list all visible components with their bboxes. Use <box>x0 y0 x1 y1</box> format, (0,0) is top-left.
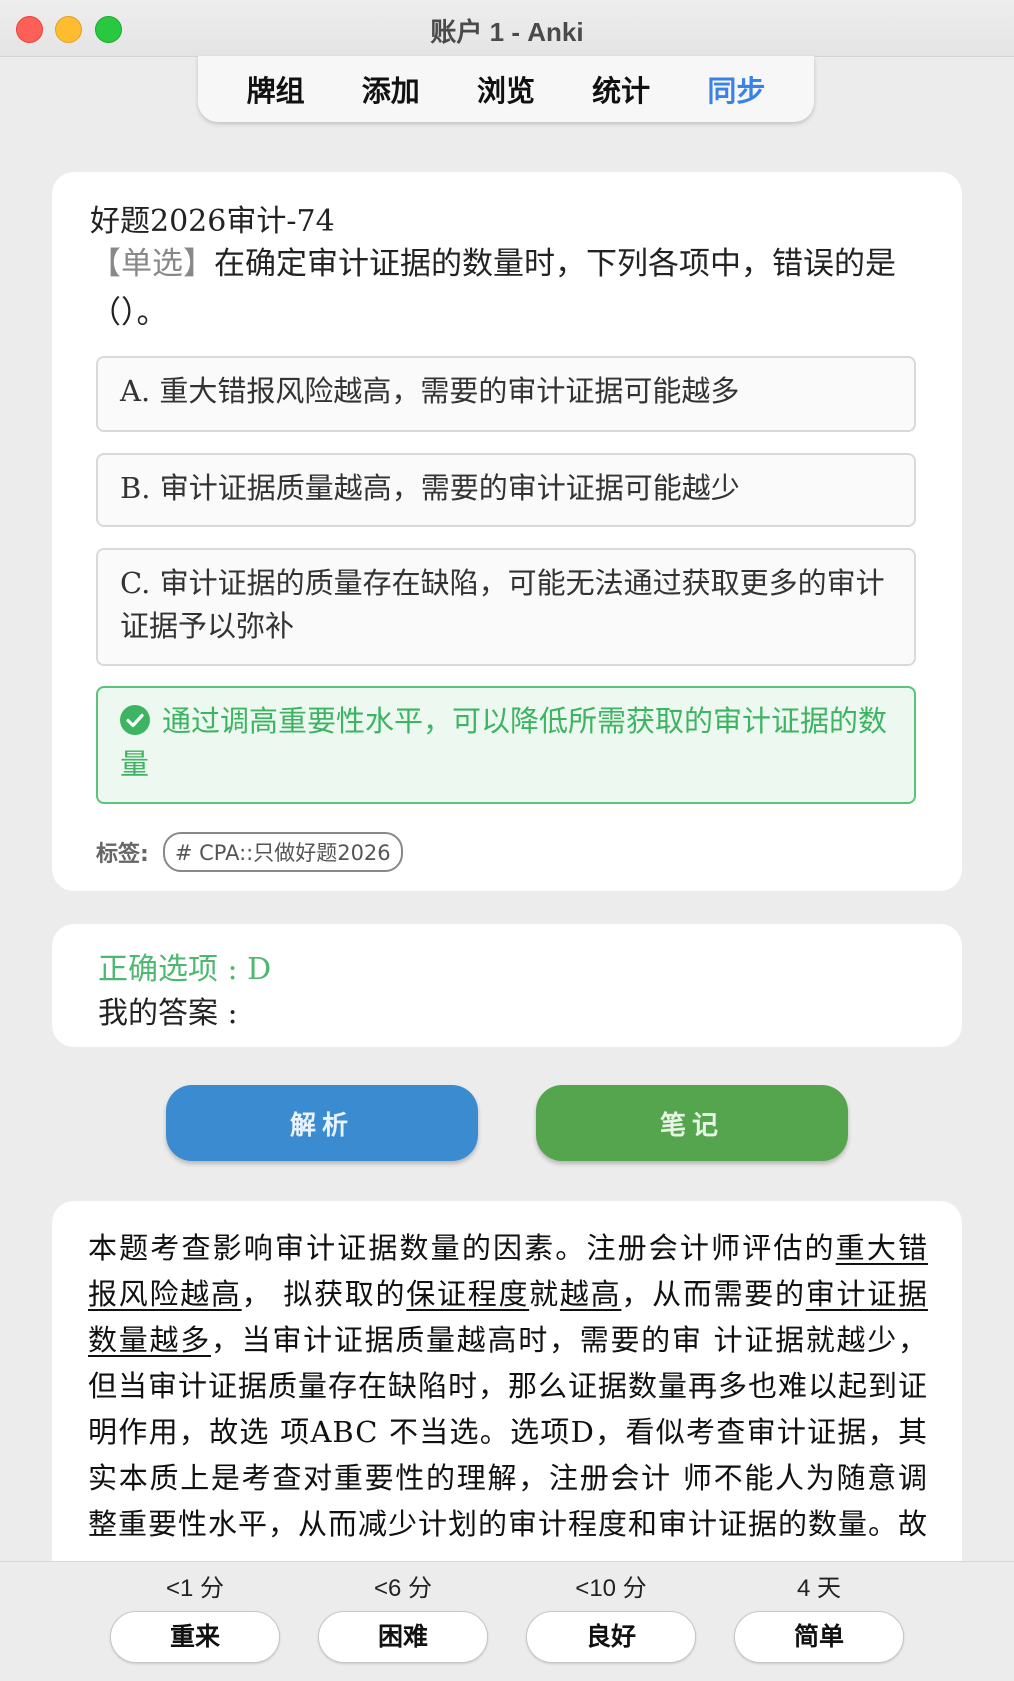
option-d-correct[interactable]: 通过调高重要性水平，可以降低所需获取的审计证据的数量 <box>96 686 916 804</box>
title-bar: 账户 1 - Anki <box>0 0 1014 57</box>
tags-label: 标签: <box>96 842 149 867</box>
question-title: 好题2026审计-74 <box>90 204 335 239</box>
analysis-button[interactable]: 解析 <box>166 1085 478 1161</box>
ease-good-interval: <10 分 <box>575 1575 647 1602</box>
explanation-segment: ，从而需要的 <box>621 1277 806 1311</box>
nav-decks[interactable]: 牌组 <box>247 68 305 110</box>
my-answer: 我的答案 : <box>98 996 238 1031</box>
nav-stats[interactable]: 统计 <box>592 68 650 110</box>
window-title: 账户 1 - Anki <box>430 17 584 47</box>
again-button[interactable]: 重来 <box>110 1611 280 1663</box>
answer-card: 正确选项 : D 我的答案 : <box>52 924 962 1047</box>
ease-easy: 4 天 简单 <box>734 1568 904 1663</box>
tags-row: 标签: # CPA::只做好题2026 <box>96 832 403 872</box>
top-nav: 牌组 添加 浏览 统计 同步 <box>198 56 814 122</box>
notes-button[interactable]: 笔记 <box>536 1085 848 1161</box>
ease-easy-interval: 4 天 <box>796 1575 841 1602</box>
ease-again-interval: <1 分 <box>165 1575 225 1602</box>
option-a[interactable]: A. 重大错报风险越高，需要的审计证据可能越多 <box>96 356 916 432</box>
nav-add[interactable]: 添加 <box>362 68 420 110</box>
ease-again: <1 分 重来 <box>110 1568 280 1663</box>
explanation-segment: ， 拟获取的 <box>241 1277 407 1311</box>
ease-hard-interval: <6 分 <box>373 1575 433 1602</box>
explanation-segment: 就 <box>529 1277 560 1311</box>
option-d-text: 通过调高重要性水平，可以降低所需获取的审计证据的数量 <box>120 704 888 781</box>
explanation-card: 本题考查影响审计证据数量的因素。注册会计师评估的重大错报风险越高， 拟获取的保证… <box>52 1201 962 1621</box>
explanation-segment: 本题考查影响审计证据数量的因素。注册会计师评估的 <box>88 1231 836 1265</box>
nav-sync[interactable]: 同步 <box>707 68 765 110</box>
option-c[interactable]: C. 审计证据的质量存在缺陷，可能无法通过获取更多的审计证据予以弥补 <box>96 548 916 666</box>
explanation-underline: 保证程度 <box>406 1277 530 1311</box>
explanation-underline: 越高 <box>559 1277 622 1311</box>
option-b[interactable]: B. 审计证据质量越高，需要的审计证据可能越少 <box>96 453 916 527</box>
answer-bar: <1 分 重来 <6 分 困难 <10 分 良好 4 天 简单 <box>0 1561 1014 1681</box>
question-type-label: 【单选】 <box>90 246 214 282</box>
correct-answer: 正确选项 : D <box>98 952 272 987</box>
check-circle-icon <box>120 705 150 735</box>
question-card: 好题2026审计-74 【单选】在确定审计证据的数量时，下列各项中，错误的是（）… <box>52 172 962 891</box>
explanation-text: 本题考查影响审计证据数量的因素。注册会计师评估的重大错报风险越高， 拟获取的保证… <box>88 1225 928 1547</box>
ease-good: <10 分 良好 <box>526 1568 696 1663</box>
good-button[interactable]: 良好 <box>526 1611 696 1663</box>
tag-pill[interactable]: # CPA::只做好题2026 <box>162 832 403 872</box>
explanation-segment: ，当审计证据质量越高时，需要的审 计证据就越少，但当审计证据质量存在缺陷时，那么… <box>88 1323 929 1541</box>
hard-button[interactable]: 困难 <box>318 1611 488 1663</box>
question-stem: 【单选】在确定审计证据的数量时，下列各项中，错误的是（）。 <box>90 240 940 338</box>
ease-hard: <6 分 困难 <box>318 1568 488 1663</box>
easy-button[interactable]: 简单 <box>734 1611 904 1663</box>
nav-browse[interactable]: 浏览 <box>477 68 535 110</box>
